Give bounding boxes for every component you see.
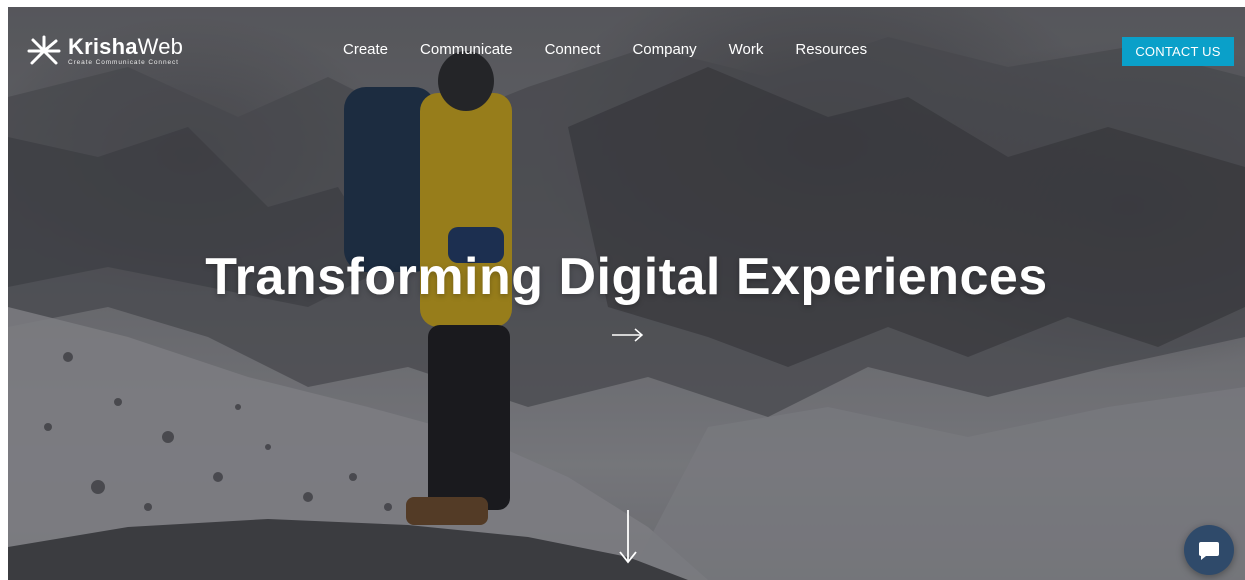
- hero-section: KrishaWeb Create Communicate Connect Cre…: [8, 7, 1245, 580]
- nav-item-create[interactable]: Create: [343, 41, 388, 58]
- brand-tagline: Create Communicate Connect: [68, 59, 179, 66]
- nav-item-communicate[interactable]: Communicate: [420, 41, 513, 58]
- nav-item-company[interactable]: Company: [632, 41, 696, 58]
- nav-item-connect[interactable]: Connect: [545, 41, 601, 58]
- brand-name-bold: Krisha: [68, 34, 138, 59]
- starburst-logo-icon: [27, 35, 61, 65]
- main-navigation: Create Communicate Connect Company Work …: [343, 41, 867, 58]
- nav-item-resources[interactable]: Resources: [795, 41, 867, 58]
- down-arrow-icon[interactable]: [617, 509, 639, 565]
- brand-name-regular: Web: [137, 34, 184, 59]
- chat-widget-button[interactable]: [1184, 525, 1234, 575]
- right-arrow-icon[interactable]: [611, 325, 645, 345]
- brand-logo[interactable]: KrishaWeb Create Communicate Connect: [26, 33, 183, 69]
- contact-us-button[interactable]: CONTACT US: [1122, 37, 1234, 66]
- nav-item-work[interactable]: Work: [729, 41, 764, 58]
- chat-bubble-icon: [1199, 542, 1219, 560]
- hero-headline: Transforming Digital Experiences: [205, 248, 1048, 306]
